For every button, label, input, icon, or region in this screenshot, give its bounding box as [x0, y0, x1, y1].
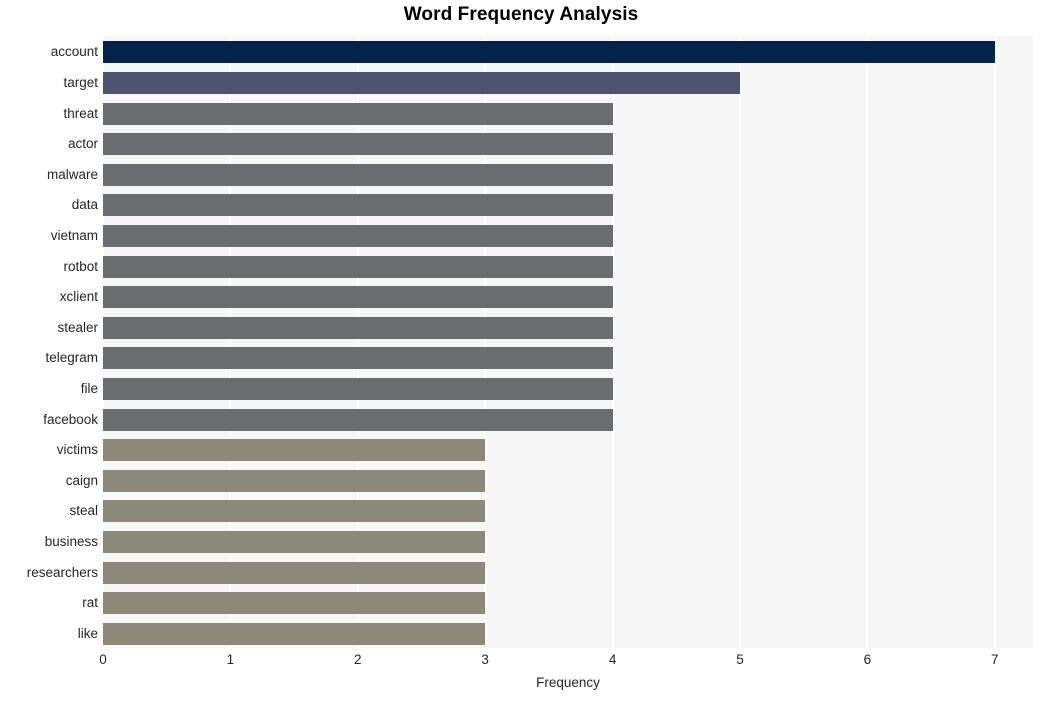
- gridline-x-5: [738, 36, 741, 648]
- bar: [103, 316, 613, 339]
- bar: [103, 133, 613, 156]
- y-tick-label: researchers: [26, 564, 98, 580]
- y-tick-label: vietnam: [50, 227, 98, 243]
- bar: [103, 286, 613, 309]
- gridline-x-3: [484, 36, 487, 648]
- gridline-x-1: [229, 36, 232, 648]
- bar: [103, 439, 486, 462]
- bar: [103, 71, 740, 94]
- x-tick-label: 5: [736, 652, 744, 667]
- y-tick-label: xclient: [59, 289, 98, 305]
- y-tick-label: stealer: [57, 319, 98, 335]
- y-tick-label: file: [80, 380, 98, 396]
- bar: [103, 255, 613, 278]
- x-tick-label: 0: [99, 652, 107, 667]
- gridline-x-2: [356, 36, 359, 648]
- y-tick-label: data: [71, 197, 98, 213]
- y-tick-label: like: [77, 625, 98, 641]
- y-tick-label: target: [63, 74, 98, 90]
- y-tick-label: account: [50, 44, 98, 60]
- bar: [103, 224, 613, 247]
- bar: [103, 530, 486, 553]
- chart-title: Word Frequency Analysis: [403, 4, 639, 25]
- y-tick-label: actor: [67, 136, 98, 152]
- bar: [103, 469, 486, 492]
- gridline-x-6: [866, 36, 869, 648]
- y-tick-label: telegram: [45, 350, 98, 366]
- bar: [103, 347, 613, 370]
- y-tick-label: facebook: [43, 411, 98, 427]
- y-tick-label: rotbot: [63, 258, 98, 274]
- bar: [103, 102, 613, 125]
- bar: [103, 408, 613, 431]
- x-tick-label: 6: [863, 652, 872, 667]
- x-tick-label: 3: [481, 652, 489, 667]
- gridline-x-0: [102, 36, 104, 648]
- gridline-x-7: [993, 36, 996, 648]
- x-tick-label: 4: [608, 652, 617, 667]
- plot-area: [102, 36, 1033, 648]
- y-tick-label: threat: [63, 105, 98, 121]
- word-frequency-chart: Word Frequency Analysis account target thr…: [0, 0, 1042, 701]
- y-tick-label: steal: [69, 503, 98, 519]
- bar: [103, 194, 613, 217]
- x-tick-label: 1: [226, 652, 235, 667]
- y-tick-label: malware: [46, 166, 98, 182]
- y-tick-label: rat: [82, 595, 98, 611]
- x-axis-label: Frequency: [536, 675, 600, 690]
- bar: [103, 163, 613, 186]
- y-tick-label: caign: [65, 472, 98, 488]
- gridline-x-4: [611, 36, 614, 648]
- bar: [103, 500, 486, 523]
- bar: [103, 592, 486, 615]
- y-tick-label: victims: [56, 442, 98, 458]
- bar: [103, 377, 613, 400]
- x-tick-label: 2: [354, 652, 362, 667]
- y-tick-label: business: [44, 533, 98, 549]
- x-tick-label: 7: [991, 652, 999, 667]
- bar: [103, 561, 486, 584]
- bar: [103, 41, 995, 64]
- bar: [103, 622, 486, 645]
